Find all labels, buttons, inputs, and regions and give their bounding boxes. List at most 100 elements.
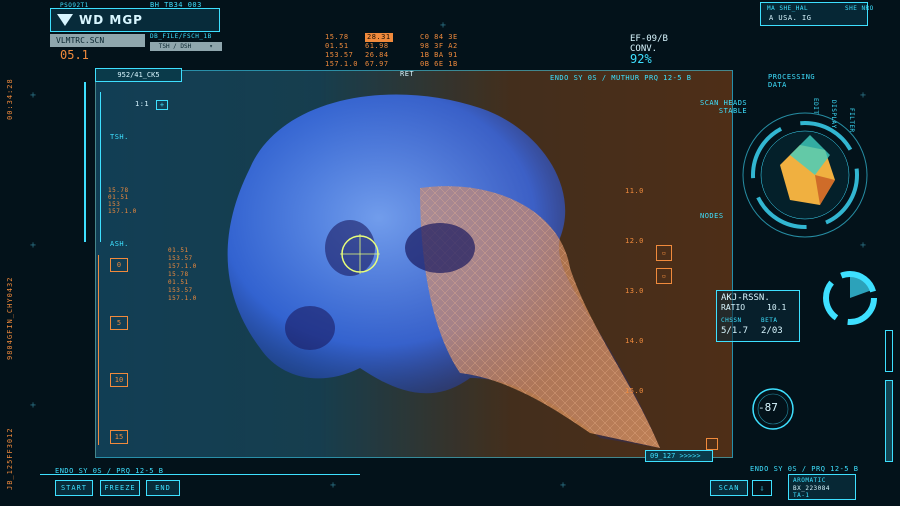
processing-line: DATA (768, 81, 787, 89)
value-b: 2/03 (761, 326, 783, 336)
dial-value: -87 (758, 401, 778, 414)
bottom-tag[interactable]: 09_127 >>>>> (645, 450, 713, 462)
label-ash: ASH. (110, 240, 129, 248)
scene-path: DB_FILE/FSCH_1B (150, 33, 212, 40)
right-scale-value: 12.0 (625, 237, 644, 245)
bottom-right-caption: ENDO SY 0S / PRQ 12-5 B (750, 465, 859, 473)
grid-plus: + (30, 90, 37, 101)
eye-socket (325, 220, 375, 276)
skull-scan-visual (227, 94, 660, 448)
left-vertical-file: 9804GFIN_CHY0432 (6, 276, 14, 360)
hex-value: 1B BA 91 (420, 51, 458, 59)
numbers-col-3: C0 84 3E 98 3F A2 1B BA 91 0B 6E 1B (420, 33, 458, 69)
num-value-highlight: 28.31 (365, 33, 393, 42)
end-button[interactable]: END (146, 480, 180, 496)
value-a: 5/1.7 (721, 326, 749, 336)
marker-box-icon[interactable]: ▫ (656, 268, 672, 284)
download-icon[interactable]: ⇩ (752, 480, 772, 496)
grid-plus: + (560, 480, 567, 491)
nasal-cavity (285, 306, 335, 350)
region-text: A USA. IG (769, 14, 812, 22)
region-small-label: MA SHE_HAL (767, 5, 809, 12)
scan-button[interactable]: SCAN (710, 480, 748, 496)
num-value: 153.57 (325, 51, 354, 59)
right-edge-bar (885, 330, 893, 372)
grid-plus: + (30, 240, 37, 251)
num-value: 157.1.0 (325, 60, 359, 68)
logo-bar: WD MGP (50, 8, 220, 32)
zoom-plus-icon[interactable]: + (156, 100, 168, 110)
aromatic-sub2: TA-1 (793, 492, 810, 499)
freeze-button[interactable]: FREEZE (100, 480, 140, 496)
num-value: 15.78 (325, 33, 349, 41)
side-value: 15.78 (108, 187, 129, 194)
ring-label-filter[interactable]: FILTER (848, 108, 855, 133)
skull-wireframe (420, 186, 660, 448)
scale-box: 15 (110, 430, 128, 444)
hex-value: 98 3F A2 (420, 42, 458, 50)
processing-ring (742, 112, 868, 238)
ratio-value: 10.1 (767, 303, 787, 312)
left-vertical-code: JB_125FF3012 (6, 427, 14, 490)
aromatic-box: AROMATIC BX_223084 TA-1 (788, 474, 856, 500)
conv-block: EF-09/B CONV. 92% (630, 34, 668, 66)
section-number: 05.1 (60, 48, 89, 62)
ruler-left-inner (100, 92, 101, 242)
side-value: 153 (108, 201, 121, 208)
right-scale-value: 14.0 (625, 337, 644, 345)
processing-line: PROCESSING (768, 73, 816, 81)
logo-text: WD MGP (79, 13, 143, 27)
processing-label: PROCESSING DATA (768, 73, 815, 89)
ring-label-display[interactable]: DISPLAY (830, 100, 837, 129)
ring-label-edit[interactable]: EDIT (812, 98, 819, 114)
ratio-panel: AKJ-RSSN. RATIO 10.1 CHSSN BETA 5/1.7 2/… (716, 290, 800, 342)
right-scale-value: 13.0 (625, 287, 644, 295)
ruler-left-lower (98, 255, 99, 445)
panel-tab[interactable]: 952/41_CK5 (95, 68, 182, 82)
numbers-col-1: 15.78 01.51 153.57 157.1.0 (325, 33, 358, 69)
ratio-sub: RATIO (721, 303, 746, 312)
grid-plus: + (440, 20, 447, 31)
num-value: 01.51 (325, 42, 349, 50)
side-value: 157.1.0 (108, 208, 137, 215)
conv-code: EF-09/B (630, 34, 668, 44)
aromatic-sub: BX_223084 (793, 485, 831, 492)
scene-file-field[interactable]: VLMTRC.SCN (50, 34, 145, 47)
left-vertical-timecode: 00:34:28 (6, 78, 14, 120)
right-scale-value: 11.0 (625, 187, 644, 195)
eye-socket (405, 223, 475, 273)
header-file-code: BH_TB34_003 (150, 1, 202, 9)
scale-box: 10 (110, 373, 128, 387)
ruler-left-upper (84, 82, 86, 242)
ratio-label: 1:1 (135, 100, 150, 108)
view-mode-select[interactable]: TSH / DSH (150, 42, 200, 51)
grid-plus: + (330, 480, 337, 491)
bottom-line (40, 474, 360, 475)
scale-box: 0 (110, 258, 128, 272)
chevron-down-icon[interactable]: ▾ (200, 42, 222, 51)
num-value: 26.84 (365, 51, 389, 59)
numbers-col-2: 28.31 61.98 26.84 67.97 (365, 33, 393, 69)
marker-box-icon[interactable]: ▫ (656, 245, 672, 261)
logo-icon (57, 14, 73, 26)
num-value: 67.97 (365, 60, 389, 68)
beta-label: BETA (761, 317, 778, 324)
side-values: 15.78 01.51 153 157.1.0 (108, 187, 137, 215)
ratio-title: AKJ-RSSN. (721, 293, 770, 303)
right-scale-value: 15.0 (625, 387, 644, 395)
label-tsh: TSH. (110, 133, 129, 141)
hex-value: 0B 6E 1B (420, 60, 458, 68)
pie-dial (823, 271, 877, 325)
side-value: 01.51 (108, 194, 129, 201)
region-right-small: SHE NRO (845, 5, 874, 12)
hex-value: C0 84 3E (420, 33, 458, 41)
conv-percent: 92% (630, 52, 652, 66)
grid-plus: + (30, 400, 37, 411)
aromatic-label: AROMATIC (793, 477, 826, 484)
chsn-label: CHSSN (721, 317, 742, 324)
panel-ret-label: RET (400, 70, 415, 78)
num-value: 61.98 (365, 42, 389, 50)
small-square-icon (706, 438, 718, 450)
scale-box: 5 (110, 316, 128, 330)
start-button[interactable]: START (55, 480, 93, 496)
